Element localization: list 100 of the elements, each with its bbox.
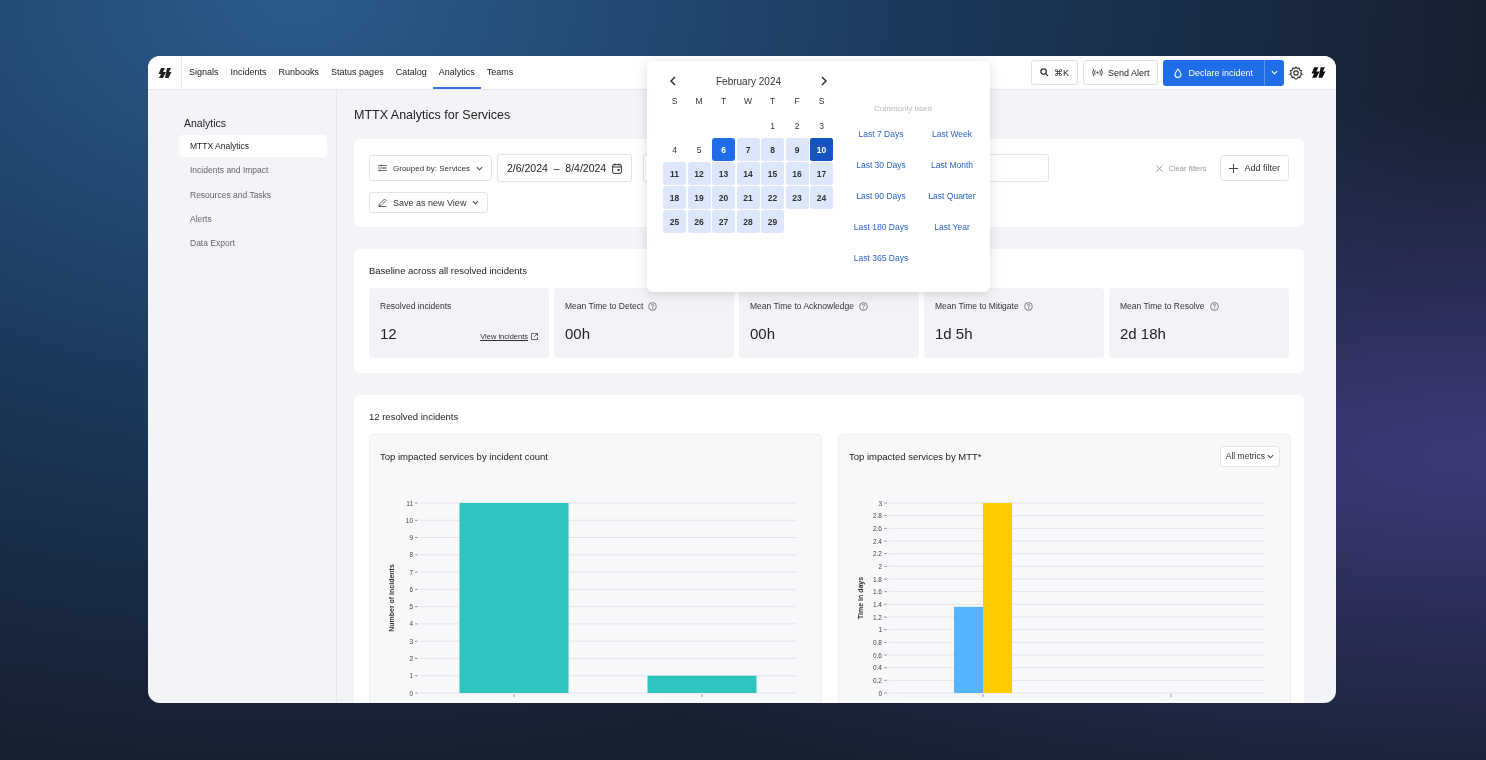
- calendar-day[interactable]: 17: [810, 162, 833, 185]
- metric-value: 00h: [750, 325, 776, 342]
- preset-link[interactable]: Last Year: [916, 221, 988, 233]
- caret-icon: [1267, 453, 1274, 459]
- sidebar-heading: Analytics: [184, 117, 227, 129]
- preset-link[interactable]: Last Week: [916, 128, 988, 140]
- calendar-day[interactable]: 16: [785, 162, 809, 185]
- search-icon: [1039, 68, 1049, 77]
- month-label: February 2024: [715, 75, 781, 87]
- sidebar-item[interactable]: Incidents and Impact: [179, 159, 327, 182]
- section-title: Baseline across all resolved incidents: [369, 265, 528, 276]
- calendar-day[interactable]: 3: [810, 114, 833, 137]
- calendar-day[interactable]: 6: [712, 138, 735, 161]
- calendar-day[interactable]: 12: [687, 162, 711, 185]
- calendar-icon: [612, 162, 623, 174]
- preset-link[interactable]: Last 90 Days: [846, 190, 916, 202]
- sidebar-item[interactable]: Data Export: [179, 232, 327, 255]
- calendar-day[interactable]: 2: [785, 114, 809, 137]
- section-title: 12 resolved incidents: [369, 411, 460, 422]
- sidebar-item[interactable]: MTTX Analytics: [179, 135, 327, 157]
- send-alert-button[interactable]: Send Alert: [1082, 60, 1159, 85]
- logo-icon[interactable]: [1311, 66, 1326, 79]
- preset-link[interactable]: Last 180 Days: [846, 221, 916, 233]
- preset-link[interactable]: Last 365 Days: [846, 252, 916, 264]
- calendar-day[interactable]: 25: [663, 210, 686, 233]
- sidebar-item[interactable]: Resources and Tasks: [179, 183, 327, 206]
- nav-tab[interactable]: Catalog: [389, 56, 433, 89]
- metric-value: 12: [380, 325, 397, 342]
- weekday-label: W: [743, 97, 753, 105]
- save-view-dropdown[interactable]: Save as new View: [369, 192, 489, 213]
- broadcast-icon: [1091, 68, 1103, 77]
- nav-tab[interactable]: Incidents: [224, 56, 273, 89]
- calendar-day[interactable]: 23: [785, 186, 809, 209]
- caret-icon: [475, 165, 483, 171]
- search-button[interactable]: ⌘K: [1030, 60, 1078, 85]
- calendar-day[interactable]: 21: [736, 186, 760, 209]
- metric-label: Resolved incidents: [380, 301, 452, 311]
- declare-menu-button[interactable]: [1264, 59, 1284, 86]
- calendar-day[interactable]: 10: [810, 138, 833, 161]
- caret-icon: [472, 200, 480, 205]
- calendar-day[interactable]: 19: [687, 186, 711, 209]
- presets-heading: Commonly used: [873, 104, 933, 113]
- calendar-day[interactable]: 29: [761, 210, 784, 233]
- calendar-day[interactable]: 5: [687, 138, 711, 161]
- calendar-day[interactable]: 27: [712, 210, 735, 233]
- metric-value: 2d 18h: [1120, 325, 1166, 342]
- calendar-day[interactable]: 15: [761, 162, 784, 185]
- nav-tab[interactable]: Status pages: [325, 56, 390, 89]
- calendar-day[interactable]: 28: [736, 210, 760, 233]
- pencil-icon: [378, 198, 387, 207]
- nav-tab[interactable]: Runbooks: [272, 56, 326, 89]
- preset-link[interactable]: Last Quarter: [916, 190, 988, 202]
- metric-label: Mean Time to Acknowledge: [750, 301, 854, 311]
- external-link-icon: [531, 333, 538, 340]
- calendar-day[interactable]: 13: [712, 162, 735, 185]
- nav-tab[interactable]: Signals: [183, 56, 225, 89]
- calendar-day[interactable]: 22: [761, 186, 784, 209]
- calendar-day[interactable]: 9: [785, 138, 809, 161]
- sliders-icon: [378, 164, 387, 172]
- droplet-icon: [1174, 67, 1183, 78]
- plus-icon: [1229, 163, 1239, 173]
- add-filter-button[interactable]: Add filter: [1220, 155, 1289, 181]
- weekday-label: S: [817, 97, 826, 105]
- preset-link[interactable]: Last Month: [916, 159, 988, 171]
- metrics-dropdown[interactable]: All metrics: [1219, 445, 1280, 467]
- calendar-day[interactable]: 1: [761, 114, 784, 137]
- metric-label: Mean Time to Detect: [565, 301, 644, 311]
- calendar-day[interactable]: 20: [712, 186, 735, 209]
- page-title: MTTX Analytics for Services: [354, 108, 511, 122]
- settings-icon[interactable]: [1289, 65, 1303, 80]
- calendar-day[interactable]: 14: [736, 162, 760, 185]
- group-by-dropdown[interactable]: Grouped by: Services: [369, 155, 492, 181]
- nav-tab[interactable]: Analytics: [432, 56, 481, 89]
- logo-icon[interactable]: [157, 66, 172, 79]
- calendar-day[interactable]: 18: [663, 186, 686, 209]
- chart-title: Top impacted services by MTT*: [849, 450, 982, 462]
- weekday-label: T: [719, 97, 728, 105]
- chevron-right-icon[interactable]: [820, 76, 828, 86]
- metric-label: Mean Time to Resolve: [1120, 301, 1205, 311]
- sidebar-item[interactable]: Alerts: [179, 207, 327, 230]
- metric-value: 1d 5h: [935, 325, 973, 342]
- calendar-day[interactable]: 4: [663, 138, 686, 161]
- nav-tab[interactable]: Teams: [480, 56, 520, 89]
- calendar-day[interactable]: 24: [810, 186, 833, 209]
- calendar-day[interactable]: 7: [736, 138, 760, 161]
- chevron-left-icon[interactable]: [669, 76, 677, 86]
- preset-link[interactable]: Last 7 Days: [846, 128, 916, 140]
- calendar-day[interactable]: 11: [663, 162, 686, 185]
- calendar-day[interactable]: 26: [687, 210, 711, 233]
- declare-incident-button[interactable]: Declare incident: [1163, 59, 1264, 86]
- weekday-label: S: [670, 97, 679, 105]
- preset-link[interactable]: Last 30 Days: [846, 159, 916, 171]
- calendar-day[interactable]: 8: [761, 138, 784, 161]
- weekday-label: T: [768, 97, 777, 105]
- close-icon: [1155, 164, 1163, 172]
- weekday-label: M: [694, 97, 704, 105]
- metric-label: Mean Time to Mitigate: [935, 301, 1019, 311]
- metric-value: 00h: [565, 325, 591, 342]
- date-range-field[interactable]: 2/6/2024 – 8/4/2024: [496, 154, 633, 182]
- caret-icon: [1271, 70, 1278, 75]
